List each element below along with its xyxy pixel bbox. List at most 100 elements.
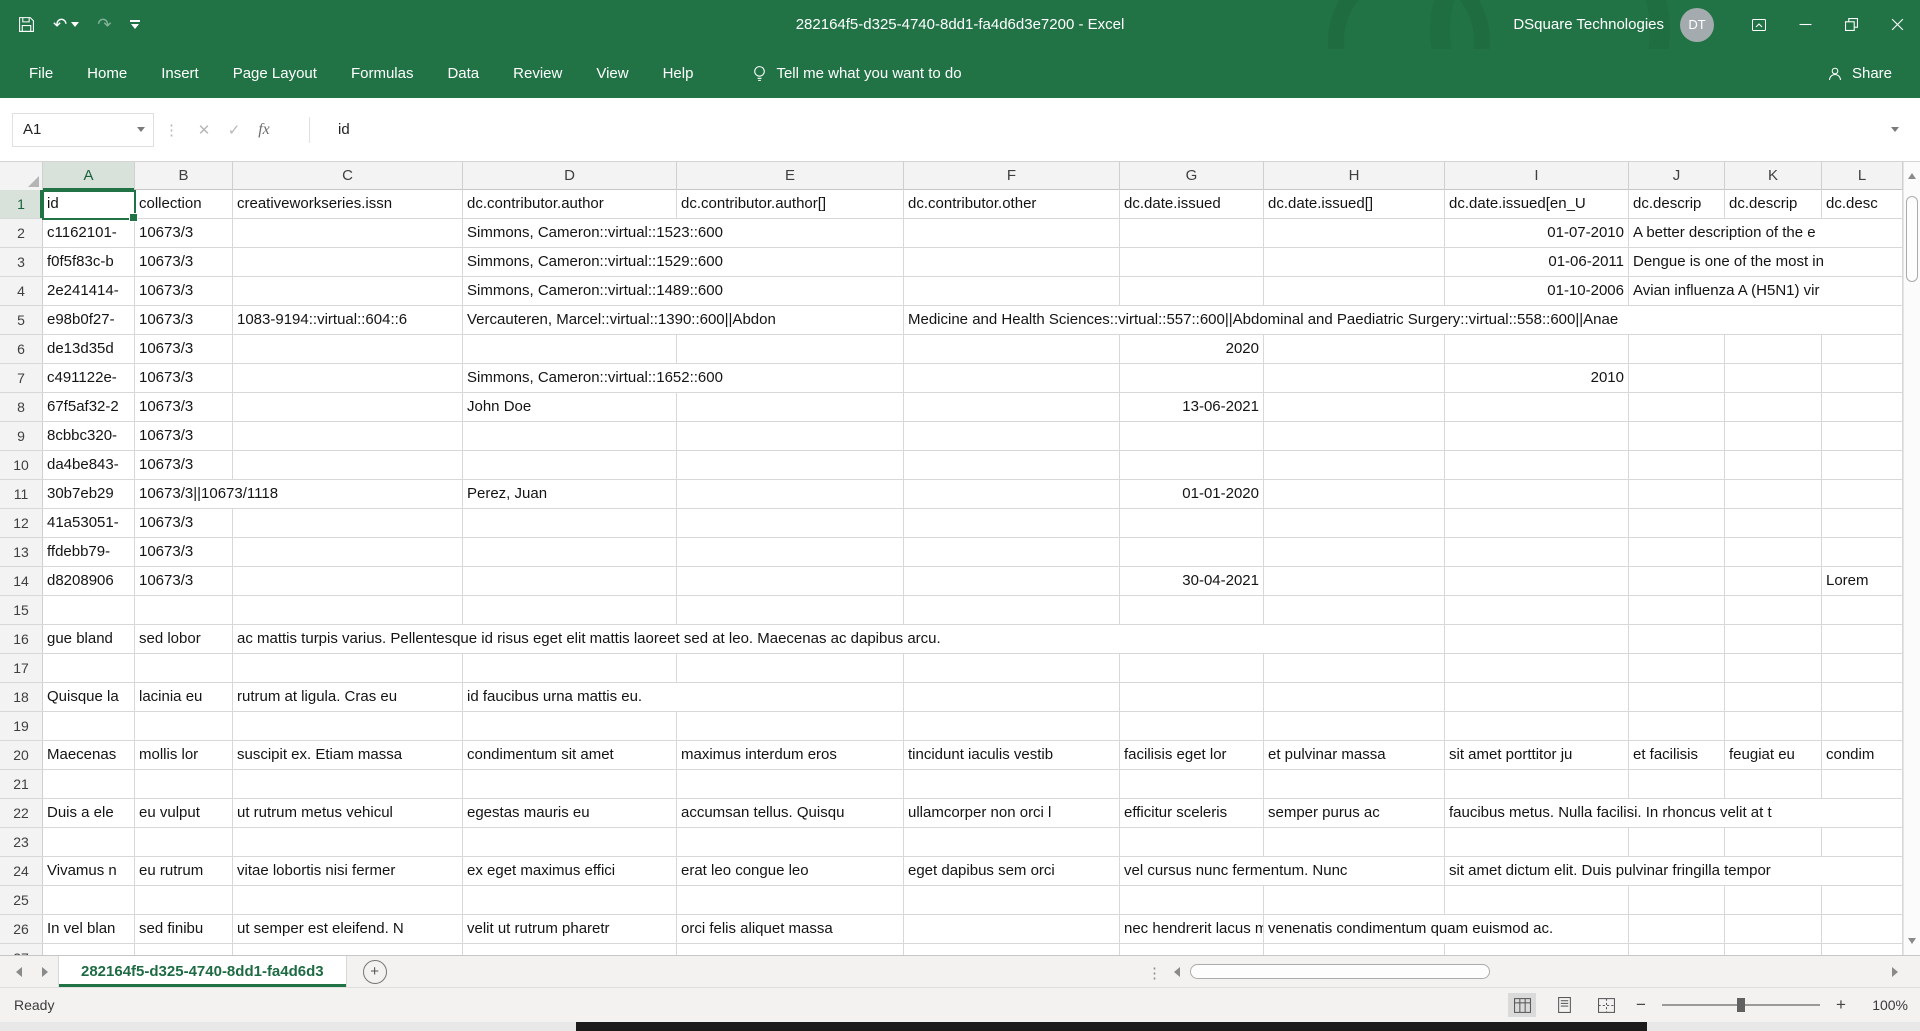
cell-B8[interactable]: 10673/3: [135, 393, 233, 421]
undo-button[interactable]: ↶: [53, 16, 79, 33]
cell-F27[interactable]: [904, 944, 1120, 955]
cell-J23[interactable]: [1629, 828, 1725, 856]
cell-D22[interactable]: egestas mauris eu: [463, 799, 677, 827]
ribbon-tab-file[interactable]: File: [12, 49, 70, 98]
cell-C17[interactable]: [233, 654, 463, 682]
cell-J21[interactable]: [1629, 770, 1725, 798]
cell-C18[interactable]: rutrum at ligula. Cras eu: [233, 683, 463, 711]
cell-B15[interactable]: [135, 596, 233, 624]
cell-I10[interactable]: [1445, 451, 1629, 479]
normal-view-button[interactable]: [1508, 993, 1536, 1017]
cell-F24[interactable]: eget dapibus sem orci: [904, 857, 1120, 885]
cell-L1[interactable]: dc.desc: [1822, 190, 1903, 218]
cell-B1[interactable]: collection: [135, 190, 233, 218]
cell-C9[interactable]: [233, 422, 463, 450]
cell-F11[interactable]: [904, 480, 1120, 508]
cell-E10[interactable]: [677, 451, 904, 479]
row-header-4[interactable]: 4: [0, 277, 43, 305]
cell-A6[interactable]: de13d35d: [43, 335, 135, 363]
cell-B9[interactable]: 10673/3: [135, 422, 233, 450]
ribbon-tab-help[interactable]: Help: [646, 49, 711, 98]
horizontal-scroll-track[interactable]: [1188, 964, 1884, 980]
cell-L15[interactable]: [1822, 596, 1903, 624]
cell-K18[interactable]: [1725, 683, 1822, 711]
cell-A1[interactable]: id: [43, 190, 135, 218]
cell-K14[interactable]: [1725, 567, 1822, 595]
formula-bar-expand-button[interactable]: [1882, 127, 1908, 132]
cell-K27[interactable]: [1725, 944, 1822, 955]
column-header-K[interactable]: K: [1725, 162, 1822, 190]
cell-F7[interactable]: [904, 364, 1120, 392]
row-header-27[interactable]: 27: [0, 944, 43, 955]
cell-B11[interactable]: 10673/3||10673/1118: [135, 480, 462, 508]
cell-J2[interactable]: A better description of the e: [1629, 219, 1902, 247]
cell-K8[interactable]: [1725, 393, 1822, 421]
column-header-C[interactable]: C: [233, 162, 463, 190]
cell-J3[interactable]: Dengue is one of the most in: [1629, 248, 1902, 276]
cell-L23[interactable]: [1822, 828, 1903, 856]
cell-C7[interactable]: [233, 364, 463, 392]
cell-J14[interactable]: [1629, 567, 1725, 595]
cell-L11[interactable]: [1822, 480, 1903, 508]
row-header-21[interactable]: 21: [0, 770, 43, 798]
cell-K10[interactable]: [1725, 451, 1822, 479]
row-header-25[interactable]: 25: [0, 886, 43, 914]
formula-cancel-button[interactable]: ✕: [189, 121, 219, 139]
cell-I22[interactable]: faucibus metus. Nulla facilisi. In rhonc…: [1445, 799, 1902, 827]
scroll-left-button[interactable]: [1168, 963, 1186, 981]
cell-G23[interactable]: [1120, 828, 1264, 856]
cell-H2[interactable]: [1264, 219, 1445, 247]
cell-D10[interactable]: [463, 451, 677, 479]
formula-bar-splitter[interactable]: ⋮: [164, 121, 179, 139]
cell-G27[interactable]: [1120, 944, 1264, 955]
cell-C26[interactable]: ut semper est eleifend. N: [233, 915, 463, 943]
row-header-3[interactable]: 3: [0, 248, 43, 276]
cell-F4[interactable]: [904, 277, 1120, 305]
cell-G6[interactable]: 2020: [1120, 335, 1264, 363]
cell-I25[interactable]: [1445, 886, 1629, 914]
cell-K25[interactable]: [1725, 886, 1822, 914]
cell-D17[interactable]: [463, 654, 677, 682]
cell-F17[interactable]: [904, 654, 1120, 682]
cell-A3[interactable]: f0f5f83c-b: [43, 248, 135, 276]
cell-E25[interactable]: [677, 886, 904, 914]
restore-button[interactable]: [1828, 0, 1874, 49]
cell-C3[interactable]: [233, 248, 463, 276]
cell-A10[interactable]: da4be843-: [43, 451, 135, 479]
cell-D24[interactable]: ex eget maximus effici: [463, 857, 677, 885]
cell-I8[interactable]: [1445, 393, 1629, 421]
formula-input[interactable]: id: [310, 121, 1882, 138]
cell-G3[interactable]: [1120, 248, 1264, 276]
cell-B2[interactable]: 10673/3: [135, 219, 233, 247]
cell-D19[interactable]: [463, 712, 677, 740]
cell-D25[interactable]: [463, 886, 677, 914]
ribbon-tab-page-layout[interactable]: Page Layout: [216, 49, 334, 98]
cell-G8[interactable]: 13-06-2021: [1120, 393, 1264, 421]
cell-F21[interactable]: [904, 770, 1120, 798]
cell-H6[interactable]: [1264, 335, 1445, 363]
cell-F26[interactable]: [904, 915, 1120, 943]
cell-A8[interactable]: 67f5af32-2: [43, 393, 135, 421]
cell-E8[interactable]: [677, 393, 904, 421]
cell-F5[interactable]: Medicine and Health Sciences::virtual::5…: [904, 306, 1902, 334]
cell-I16[interactable]: [1445, 625, 1629, 653]
cell-H8[interactable]: [1264, 393, 1445, 421]
row-header-20[interactable]: 20: [0, 741, 43, 769]
cell-D21[interactable]: [463, 770, 677, 798]
column-header-E[interactable]: E: [677, 162, 904, 190]
cell-F2[interactable]: [904, 219, 1120, 247]
ribbon-tab-view[interactable]: View: [579, 49, 645, 98]
cell-L21[interactable]: [1822, 770, 1903, 798]
cell-B4[interactable]: 10673/3: [135, 277, 233, 305]
cell-F14[interactable]: [904, 567, 1120, 595]
cell-L10[interactable]: [1822, 451, 1903, 479]
cell-J8[interactable]: [1629, 393, 1725, 421]
minimize-button[interactable]: [1782, 0, 1828, 49]
cell-H9[interactable]: [1264, 422, 1445, 450]
cell-L26[interactable]: [1822, 915, 1903, 943]
cell-A18[interactable]: Quisque la: [43, 683, 135, 711]
account-name[interactable]: DSquare Technologies: [1513, 16, 1664, 33]
column-header-J[interactable]: J: [1629, 162, 1725, 190]
cell-H7[interactable]: [1264, 364, 1445, 392]
cell-H10[interactable]: [1264, 451, 1445, 479]
